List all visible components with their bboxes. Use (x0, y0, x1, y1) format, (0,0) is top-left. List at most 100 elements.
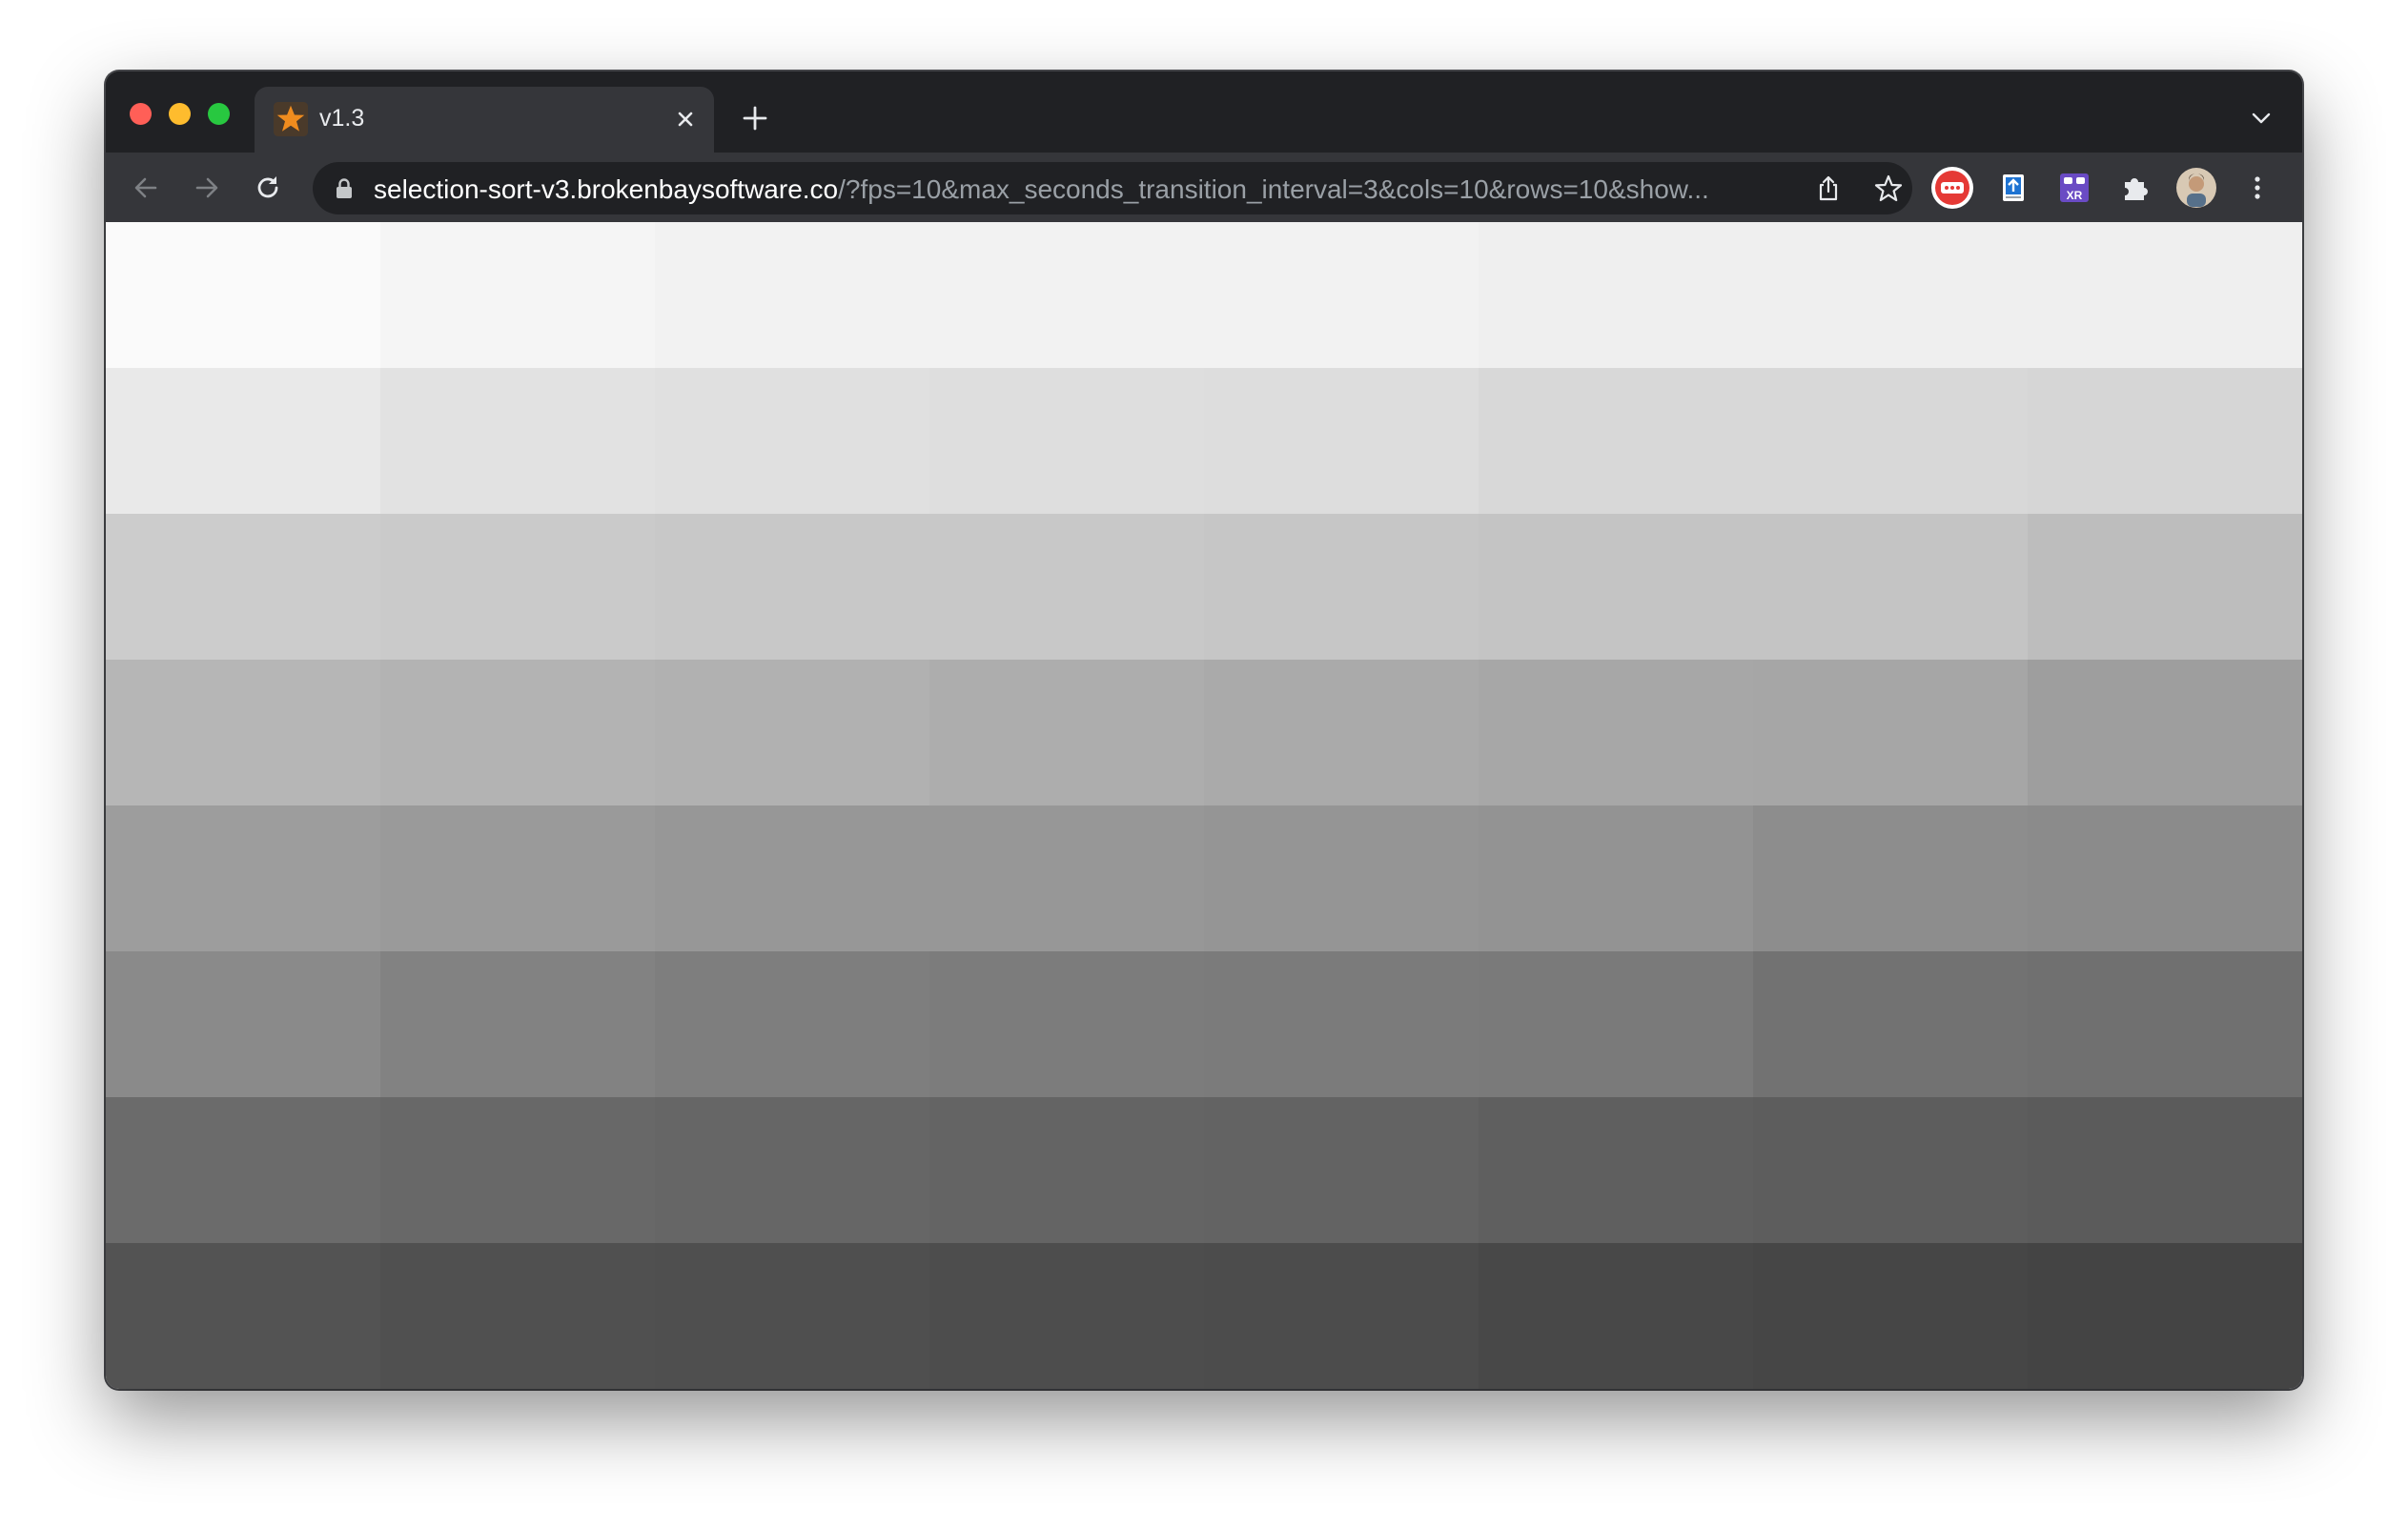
back-button[interactable] (126, 168, 166, 208)
grid-cell (655, 1097, 929, 1243)
lock-icon[interactable] (332, 176, 357, 201)
grid-cell (2028, 660, 2302, 805)
upload-extension-button[interactable] (1991, 166, 2035, 210)
grid-cell (1753, 368, 2028, 514)
grid-cell (2028, 514, 2302, 660)
address-bar[interactable]: selection-sort-v3.brokenbaysoftware.co/?… (313, 162, 1912, 214)
chevron-down-icon (2252, 112, 2271, 124)
more-menu-button[interactable] (2235, 166, 2279, 210)
grid-cell (2028, 222, 2302, 368)
grid-cell (1479, 660, 1753, 805)
grid-cell (1753, 222, 2028, 368)
grid-cell (655, 660, 929, 805)
puzzle-extensions-icon (2125, 178, 2148, 200)
grid-cell (2028, 805, 2302, 951)
grid-cell (929, 368, 1204, 514)
grid-cell (1479, 222, 1753, 368)
grid-cell (655, 222, 929, 368)
grid-cell (106, 660, 380, 805)
red-chat-extension-button[interactable] (1930, 166, 1974, 210)
grid-cell (1204, 368, 1479, 514)
url-host: selection-sort-v3.brokenbaysoftware.co (374, 174, 839, 204)
forward-button[interactable] (187, 168, 227, 208)
grid-cell (380, 805, 655, 951)
grid-cell (1753, 951, 2028, 1097)
grid-cell (1479, 368, 1753, 514)
grid-cell (929, 951, 1204, 1097)
grid-cell (106, 805, 380, 951)
grid-cell (380, 1097, 655, 1243)
share-icon (1819, 175, 1838, 201)
grid-cell (2028, 368, 2302, 514)
bookmark-button[interactable] (1872, 173, 1905, 205)
back-icon (134, 177, 157, 198)
maximize-window-button[interactable] (208, 103, 230, 125)
grid-cell (380, 514, 655, 660)
grid-cell (655, 514, 929, 660)
grid-cell (106, 1243, 380, 1389)
xr-extension-button[interactable]: XR (2052, 166, 2096, 210)
grid-cell (1204, 1243, 1479, 1389)
profile-avatar[interactable] (2174, 166, 2218, 210)
grid-cell (929, 1097, 1204, 1243)
close-icon (678, 112, 693, 127)
bookmark-star-icon (1874, 174, 1903, 202)
grid-cell (2028, 1097, 2302, 1243)
grid-cell (1479, 1243, 1753, 1389)
grid-cell (106, 514, 380, 660)
orange-star-icon (274, 102, 308, 136)
close-window-button[interactable] (130, 103, 152, 125)
grid-cell (929, 805, 1204, 951)
url-text[interactable]: selection-sort-v3.brokenbaysoftware.co/?… (374, 174, 1785, 205)
grid-cell (1753, 1243, 2028, 1389)
grid-cell (2028, 951, 2302, 1097)
grid-cell (1753, 805, 2028, 951)
grid-cell (106, 1097, 380, 1243)
forward-icon (195, 177, 218, 198)
grid-cell (1204, 514, 1479, 660)
more-menu-icon (2255, 176, 2260, 199)
grid-cell (929, 222, 1204, 368)
minimize-window-button[interactable] (169, 103, 191, 125)
new-tab-button[interactable] (739, 102, 771, 134)
page-content-grid (106, 222, 2302, 1389)
close-tab-button[interactable] (670, 104, 701, 134)
grid-cell (1204, 660, 1479, 805)
grid-cell (106, 222, 380, 368)
grid-cell (929, 1243, 1204, 1389)
grid-cell (380, 660, 655, 805)
tab-active[interactable]: v1.3 (255, 87, 714, 153)
grid-cell (1204, 805, 1479, 951)
grid-cell (106, 368, 380, 514)
reload-button[interactable] (248, 168, 288, 208)
share-button[interactable] (1812, 173, 1845, 205)
extensions-button[interactable] (2113, 166, 2157, 210)
grid-cell (1753, 660, 2028, 805)
grid-cell (1204, 1097, 1479, 1243)
grid-cell (655, 1243, 929, 1389)
grid-cell (1479, 951, 1753, 1097)
grid-cell (380, 368, 655, 514)
xr-extension-icon: XR (2060, 173, 2089, 202)
grid-cell (655, 368, 929, 514)
avatar (2176, 168, 2216, 208)
browser-toolbar: selection-sort-v3.brokenbaysoftware.co/?… (106, 153, 2302, 222)
red-chat-extension-icon (1931, 167, 1973, 209)
grid-cell (1204, 951, 1479, 1097)
tab-title: v1.3 (319, 105, 365, 132)
grid-cell (380, 951, 655, 1097)
grid-cell (380, 222, 655, 368)
grid-cell (1753, 1097, 2028, 1243)
reload-icon (257, 176, 278, 198)
url-path: /?fps=10&max_seconds_transition_interval… (838, 174, 1709, 204)
browser-window: v1.3 selection-sort-v3.brokenbaysoftware… (106, 71, 2302, 1389)
tab-search-button[interactable] (2247, 104, 2275, 133)
grid-cell (655, 805, 929, 951)
tab-strip: v1.3 (106, 71, 2302, 153)
grid-cell (1479, 514, 1753, 660)
grid-cell (929, 514, 1204, 660)
svg-text:XR: XR (2067, 189, 2083, 202)
plus-icon (743, 106, 767, 131)
grid-cell (1753, 514, 2028, 660)
grid-cell (1479, 805, 1753, 951)
